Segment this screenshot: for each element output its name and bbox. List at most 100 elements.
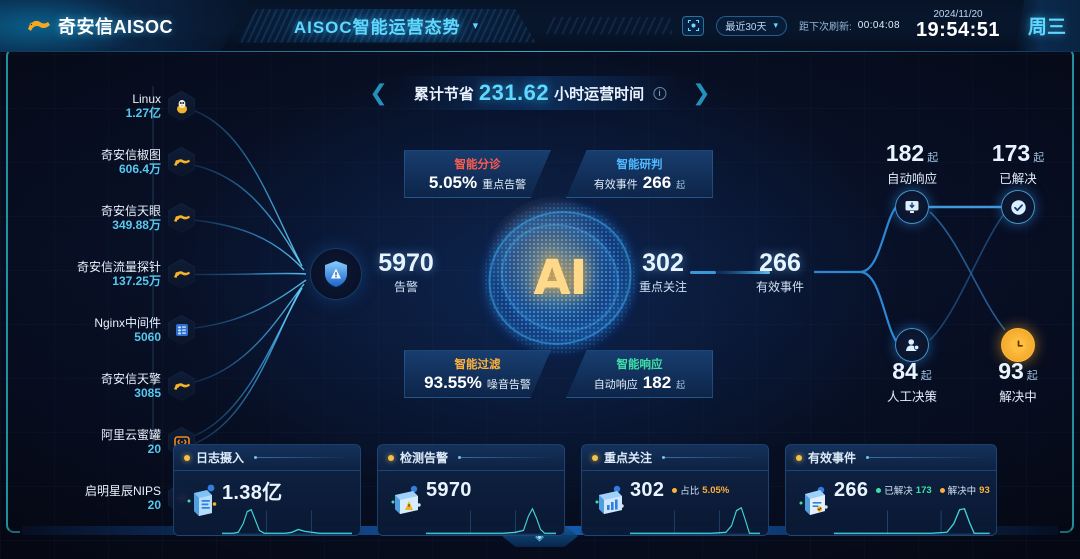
chip-smart-filter[interactable]: 智能过滤 93.55% 噪音告警 [404, 350, 551, 398]
weekday-panel: 周三 [1014, 0, 1080, 52]
chip-unit: 起 [676, 379, 686, 390]
chevron-down-icon[interactable]: ▾ [473, 19, 479, 32]
card-value: 266 [834, 478, 869, 501]
list-item[interactable]: 奇安信流量探针 137.25万 [30, 252, 195, 296]
source-value: 3085 [134, 386, 161, 400]
funnel-value: 93 [998, 358, 1024, 384]
chip-smart-response[interactable]: 智能响应 自动响应 182 起 [566, 350, 713, 398]
funnel-resolved: 173 起 已解决 [963, 140, 1073, 187]
card-title: 重点关注 [604, 451, 653, 465]
chip-title: 智能过滤 [454, 358, 501, 371]
bracket-left-icon: ❮ [369, 80, 388, 105]
banner-value: 231.62 [478, 80, 550, 105]
source-name: 奇安信天擎 [100, 371, 161, 386]
app-header: 奇安信AISOC AISOC智能运营态势 ▾ 最近30天 ▾ 距下次刷新: 00… [0, 0, 1080, 52]
funnel-in-progress: 93 起 解决中 [963, 358, 1073, 405]
summary-cards: 日志摄入 1.38亿 检测告警 5970 重点关注 302 占比 5.05% 有… [173, 444, 997, 536]
card-title: 检测告警 [400, 451, 449, 465]
metric-focus: 302 重点关注 [615, 248, 711, 294]
list-item[interactable]: 阿里云蜜罐 20 [30, 420, 195, 464]
alert-monitor-icon [386, 477, 426, 523]
clock-icon[interactable] [1001, 328, 1035, 362]
qax-tianyan-icon [168, 203, 195, 233]
chip-sub: 噪音告警 [486, 378, 531, 391]
fullscreen-icon[interactable] [682, 15, 705, 36]
header-decoration [546, 16, 673, 35]
funnel-value: 182 [885, 140, 925, 166]
sparkline [834, 508, 990, 535]
bullet-icon [388, 454, 394, 461]
manual-decision-icon[interactable] [895, 328, 929, 362]
chip-value: 182 [642, 372, 672, 392]
metric-events-value: 266 [759, 249, 801, 277]
card-valid-events[interactable]: 有效事件 266 已解决 173 解决中 93 [785, 444, 997, 536]
bullet-icon [592, 454, 598, 461]
check-circle-icon[interactable] [1001, 190, 1035, 224]
card-title: 有效事件 [808, 451, 857, 465]
time-range-select[interactable]: 最近30天 ▾ [716, 15, 788, 36]
funnel-unit: 起 [927, 152, 939, 164]
brand-name: 奇安信AISOC [58, 16, 174, 37]
refresh-value: 00:04:08 [857, 20, 900, 31]
qax-logo-icon [26, 16, 52, 36]
list-item[interactable]: Linux 1.27亿 [30, 84, 195, 128]
refresh-label: 距下次刷新: [799, 22, 852, 33]
card-detection-alerts[interactable]: 检测告警 5970 [377, 444, 565, 536]
chip-sub: 重点告警 [482, 178, 527, 191]
badge-value: 173 [915, 484, 932, 496]
banner-suffix: 小时运营时间 [554, 85, 645, 103]
auto-response-icon[interactable] [895, 190, 929, 224]
source-name: Linux [132, 91, 161, 106]
chip-value: 266 [642, 172, 672, 192]
qax-probe-icon [168, 259, 195, 289]
badge-value: 93 [979, 484, 990, 496]
source-value: 1.27亿 [125, 106, 161, 120]
log-ingest-icon [182, 477, 222, 523]
view-title-tab[interactable]: AISOC智能运营态势 ▾ [236, 8, 536, 43]
funnel-manual-decision: 84 起 人工决策 [857, 358, 967, 405]
funnel-label: 解决中 [999, 390, 1037, 404]
badge-dot-icon [672, 487, 678, 493]
qax-tianqing-icon [168, 371, 195, 401]
card-value: 1.38亿 [222, 481, 283, 504]
list-item[interactable]: 启明星辰NIPS 20 [30, 476, 195, 520]
frame-right-decoration [1060, 48, 1074, 533]
info-icon[interactable]: i [653, 86, 667, 100]
chip-title: 智能研判 [616, 158, 663, 171]
card-title: 日志摄入 [196, 451, 245, 465]
chip-smart-triage[interactable]: 智能分诊 5.05% 重点告警 [404, 150, 551, 198]
list-item[interactable]: 奇安信椒图 606.4万 [30, 140, 195, 184]
chip-title: 智能响应 [616, 358, 663, 371]
header-divider [458, 457, 554, 458]
source-name: 奇安信椒图 [100, 147, 161, 162]
badge-dot-icon [939, 487, 945, 493]
card-log-ingest[interactable]: 日志摄入 1.38亿 [173, 444, 361, 536]
header-divider [662, 457, 758, 458]
source-value: 5060 [134, 330, 161, 344]
card-key-focus[interactable]: 重点关注 302 占比 5.05% [581, 444, 769, 536]
events-doc-icon [794, 477, 834, 523]
card-value: 5970 [426, 478, 472, 501]
bracket-right-icon: ❯ [692, 80, 711, 105]
metric-alerts: 5970 告警 [358, 248, 454, 294]
banner-prefix: 累计节省 [413, 85, 474, 103]
funnel-auto-response: 182 起 自动响应 [857, 140, 967, 187]
chip-smart-analysis[interactable]: 智能研判 有效事件 266 起 [566, 150, 713, 198]
chip-unit: 起 [676, 179, 686, 190]
source-value: 349.88万 [112, 218, 161, 232]
funnel-unit: 起 [1033, 152, 1045, 164]
chip-sub: 有效事件 [593, 178, 638, 191]
chevron-down-icon: ▾ [773, 20, 779, 30]
header-divider [254, 457, 350, 458]
qax-jiaotu-icon [168, 147, 195, 177]
funnel-unit: 起 [1026, 370, 1038, 382]
savings-banner: ❮ 累计节省 231.62 小时运营时间 i ❯ [369, 76, 711, 110]
sparkline [426, 507, 556, 535]
list-item[interactable]: Nginx中间件 5060 [30, 308, 195, 352]
list-item[interactable]: 奇安信天擎 3085 [30, 364, 195, 408]
brand-logo[interactable]: 奇安信AISOC [0, 0, 250, 52]
card-header: 检测告警 [378, 445, 564, 471]
list-item[interactable]: 奇安信天眼 349.88万 [30, 196, 195, 240]
weekday-label: 周三 [1027, 17, 1066, 38]
chip-value: 93.55% [424, 372, 482, 392]
